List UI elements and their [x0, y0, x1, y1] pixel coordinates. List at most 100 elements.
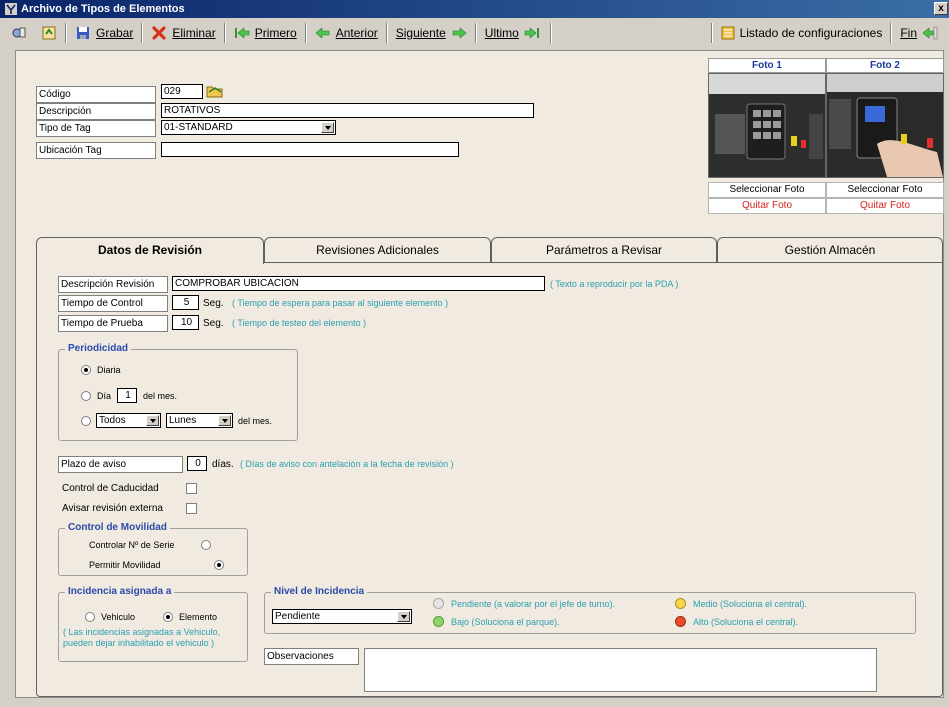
- dia-semana-select[interactable]: Lunes: [166, 413, 233, 428]
- tool-button-1[interactable]: [4, 22, 34, 44]
- nivel-group: Nivel de Incidencia Pendiente Pendiente …: [264, 586, 916, 634]
- control-caducidad-checkbox[interactable]: [186, 483, 197, 494]
- control-caducidad-label: Control de Caducidad: [62, 483, 159, 494]
- todos-radio[interactable]: [81, 415, 91, 426]
- toolbar: Grabar Eliminar Primero Anterior Siguien…: [4, 20, 945, 46]
- next-button[interactable]: Siguiente: [389, 22, 474, 44]
- todos-select[interactable]: Todos: [96, 413, 161, 428]
- tab-parametros-revisar[interactable]: Parámetros a Revisar: [491, 237, 717, 263]
- tab-revisiones-adicionales[interactable]: Revisiones Adicionales: [264, 237, 491, 263]
- last-label: Ultimo: [484, 26, 519, 40]
- tiempo-prueba-note: ( Tiempo de testeo del elemento ): [232, 318, 367, 328]
- medio-label: Medio (Soluciona el central).: [693, 598, 808, 609]
- last-button[interactable]: Ultimo: [478, 22, 549, 44]
- medio-indicator: [675, 598, 686, 609]
- permitir-movilidad-radio[interactable]: [214, 560, 225, 570]
- seg-label: Seg.: [203, 318, 224, 329]
- permitir-movilidad-label: Permitir Movilidad: [89, 560, 161, 570]
- ubicacion-tag-input[interactable]: [161, 142, 459, 157]
- controlar-serie-radio[interactable]: [201, 540, 211, 550]
- next-label: Siguiente: [395, 26, 446, 40]
- del-mes-label: del mes.: [238, 415, 273, 426]
- nivel-value: Pendiente: [275, 611, 321, 622]
- tool-button-2[interactable]: [34, 22, 64, 44]
- photo-title: Foto 1: [708, 58, 826, 73]
- close-button[interactable]: x: [934, 2, 948, 15]
- first-label: Primero: [254, 26, 297, 40]
- incidencia-group: Incidencia asignada a Vehiculo Elemento …: [58, 586, 248, 662]
- last-icon: [524, 27, 539, 39]
- avisar-revision-label: Avisar revisión externa: [62, 503, 163, 514]
- list-icon: [721, 26, 735, 40]
- separator: [304, 23, 307, 43]
- tipo-tag-select[interactable]: 01-STANDARD: [161, 120, 336, 135]
- select-photo-button[interactable]: Seleccionar Foto: [826, 182, 944, 198]
- photo-image[interactable]: [826, 73, 944, 178]
- vehiculo-radio[interactable]: [85, 612, 95, 622]
- delete-button[interactable]: Eliminar: [144, 22, 222, 44]
- codigo-input[interactable]: 029: [161, 84, 203, 99]
- tab-datos-revision[interactable]: Datos de Revisión: [36, 237, 264, 264]
- bajo-label: Bajo (Soluciona el parque).: [451, 616, 560, 627]
- tipo-tag-label: Tipo de Tag: [36, 120, 156, 137]
- dias-unit: días.: [212, 459, 234, 470]
- nivel-select[interactable]: Pendiente: [272, 609, 412, 624]
- save-label: Grabar: [96, 26, 134, 40]
- save-icon: [77, 27, 89, 39]
- plazo-aviso-label: Plazo de aviso: [58, 456, 183, 473]
- select-photo-button[interactable]: Seleccionar Foto: [708, 182, 826, 198]
- separator: [890, 23, 893, 43]
- photo-panel-2: Foto 2 Seleccionar Foto Quitar Foto: [826, 58, 944, 214]
- chevron-down-icon[interactable]: [321, 122, 334, 133]
- chevron-down-icon[interactable]: [218, 415, 231, 426]
- app-icon: [5, 3, 17, 15]
- dia-radio[interactable]: [81, 390, 91, 401]
- arrow-left-icon: [315, 27, 330, 39]
- codigo-label: Código: [36, 86, 156, 103]
- folder-icon[interactable]: [206, 83, 224, 98]
- elemento-radio[interactable]: [163, 612, 173, 622]
- dashboard-photo: [827, 74, 943, 177]
- diaria-label: Diaria: [97, 365, 121, 375]
- observaciones-textarea[interactable]: [364, 648, 877, 692]
- tiempo-prueba-input[interactable]: 10: [172, 315, 199, 330]
- dia-label: Día: [97, 390, 112, 401]
- avisar-revision-checkbox[interactable]: [186, 503, 197, 514]
- previous-button[interactable]: Anterior: [308, 22, 385, 44]
- photo-image[interactable]: [708, 73, 826, 178]
- incidencia-title: Incidencia asignada a: [65, 586, 175, 597]
- descripcion-revision-label: Descripción Revisión: [58, 276, 168, 293]
- nivel-title: Nivel de Incidencia: [271, 586, 368, 597]
- list-configurations-button[interactable]: Listado de configuraciones: [714, 22, 890, 44]
- separator: [549, 23, 552, 43]
- tiempo-control-input[interactable]: 5: [172, 295, 199, 310]
- plazo-aviso-input[interactable]: 0: [187, 456, 207, 471]
- seg-label: Seg.: [203, 298, 224, 309]
- remove-photo-button[interactable]: Quitar Foto: [826, 198, 944, 214]
- tab-gestion-almacen[interactable]: Gestión Almacén: [717, 237, 943, 263]
- ubicacion-tag-label: Ubicación Tag: [36, 142, 156, 159]
- tiempo-control-label: Tiempo de Control: [58, 295, 168, 312]
- elemento-label: Elemento: [179, 612, 218, 622]
- dia-input[interactable]: 1: [117, 388, 138, 403]
- descripcion-revision-input[interactable]: COMPROBAR UBICACION: [172, 276, 545, 291]
- delete-label: Eliminar: [172, 26, 216, 40]
- controlar-serie-label: Controlar Nº de Serie: [89, 540, 175, 550]
- diaria-radio[interactable]: [81, 365, 91, 375]
- exit-button[interactable]: Fin: [893, 22, 945, 44]
- descripcion-label: Descripción: [36, 103, 156, 120]
- first-button[interactable]: Primero: [227, 22, 304, 44]
- save-button[interactable]: Grabar: [68, 22, 140, 44]
- remove-photo-button[interactable]: Quitar Foto: [708, 198, 826, 214]
- dia-semana-value: Lunes: [169, 415, 197, 426]
- previous-label: Anterior: [335, 26, 378, 40]
- tiempo-prueba-label: Tiempo de Prueba: [58, 315, 168, 332]
- periodicidad-title: Periodicidad: [65, 343, 132, 354]
- movilidad-group: Control de Movilidad Controlar Nº de Ser…: [58, 522, 248, 576]
- descripcion-input[interactable]: ROTATIVOS: [161, 103, 534, 118]
- list-configurations-label: Listado de configuraciones: [739, 26, 883, 40]
- chevron-down-icon[interactable]: [397, 611, 410, 622]
- exit-icon: [922, 26, 938, 40]
- pendiente-indicator: [433, 598, 444, 609]
- chevron-down-icon[interactable]: [146, 415, 159, 426]
